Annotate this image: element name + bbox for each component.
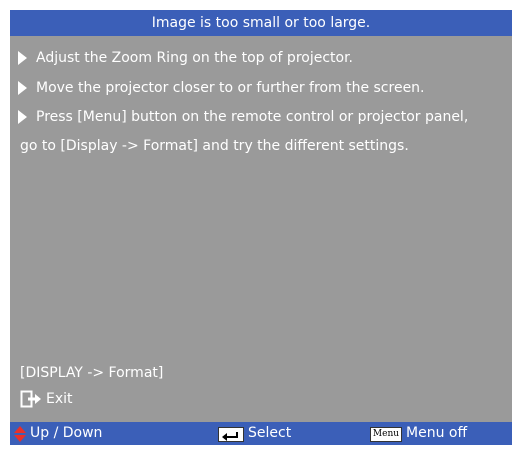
up-down-arrows-icon — [14, 426, 26, 442]
top-strip — [0, 0, 522, 10]
menu-off-label: Menu off — [406, 425, 468, 441]
help-item-text: Press [Menu] button on the remote contro… — [36, 109, 469, 125]
play-triangle-icon — [18, 51, 27, 65]
play-triangle-icon — [18, 110, 27, 124]
exit-door-arrow-icon — [20, 390, 41, 408]
footer-bar: Up / Down Select Menu Menu off — [10, 422, 512, 445]
help-panel: Adjust the Zoom Ring on the top of proje… — [10, 36, 512, 422]
menu-key-icon: Menu — [370, 427, 402, 442]
dialog-title-bar: Image is too small or too large. — [10, 10, 512, 36]
dialog-title: Image is too small or too large. — [151, 15, 371, 31]
exit-label: Exit — [46, 391, 73, 407]
updown-label: Up / Down — [30, 425, 103, 441]
play-triangle-icon — [18, 81, 27, 95]
help-item-text: Adjust the Zoom Ring on the top of proje… — [36, 50, 354, 66]
help-item-text: go to [Display -> Format] and try the di… — [20, 138, 409, 154]
help-item-text: Move the projector closer to or further … — [36, 80, 425, 96]
select-label: Select — [248, 425, 292, 441]
enter-key-icon — [218, 427, 244, 442]
menu-path-text: [DISPLAY -> Format] — [20, 365, 164, 381]
